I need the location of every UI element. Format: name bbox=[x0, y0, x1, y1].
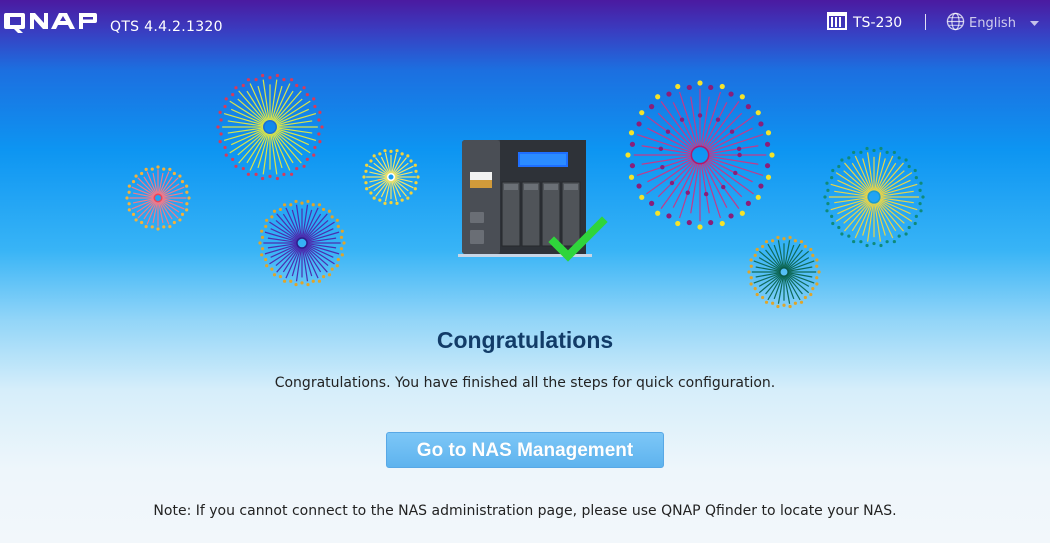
caret-down-icon bbox=[1029, 16, 1039, 31]
firework-burst bbox=[625, 80, 775, 230]
nas-model-label: TS-230 bbox=[853, 15, 903, 31]
firework-burst bbox=[362, 149, 420, 205]
page-title: Congratulations bbox=[436, 327, 614, 353]
firework-burst bbox=[125, 165, 191, 231]
nas-icon bbox=[827, 12, 847, 34]
qfinder-note: Note: If you cannot connect to the NAS a… bbox=[153, 503, 897, 519]
quick-config-complete-page: QTS 4.4.2.1320 TS-230 English Congratula… bbox=[0, 0, 1050, 543]
globe-icon bbox=[946, 12, 965, 35]
firework-burst bbox=[216, 73, 324, 181]
header-bar: QTS 4.4.2.1320 TS-230 English bbox=[0, 0, 1050, 50]
nas-device-checkmark-icon bbox=[458, 140, 608, 262]
nas-model: TS-230 bbox=[827, 12, 903, 34]
qts-version: QTS 4.4.2.1320 bbox=[110, 19, 223, 35]
qnap-logo bbox=[4, 13, 97, 33]
firework-burst bbox=[823, 146, 925, 248]
firework-burst bbox=[258, 199, 346, 287]
language-selector[interactable]: English bbox=[946, 12, 1039, 35]
header-divider bbox=[925, 14, 926, 30]
go-to-nas-management-button[interactable]: Go to NAS Management bbox=[386, 432, 664, 468]
language-label: English bbox=[969, 16, 1016, 31]
firework-burst bbox=[747, 235, 821, 309]
completion-message: Congratulations. You have finished all t… bbox=[274, 375, 776, 391]
